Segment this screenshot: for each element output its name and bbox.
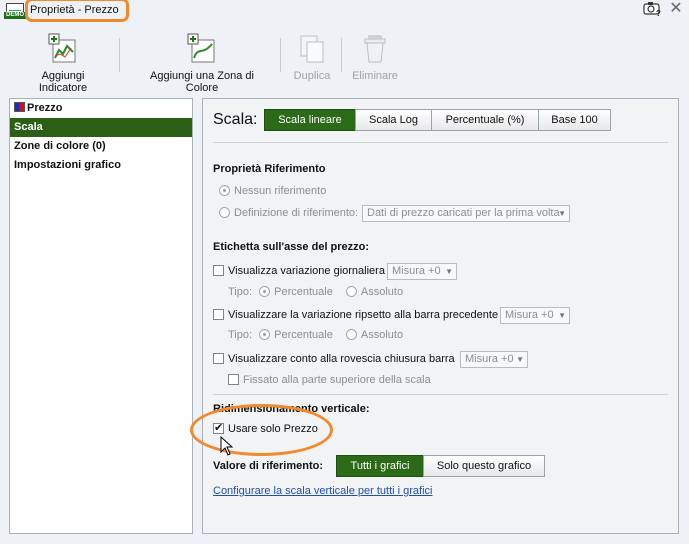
type-label: Tipo: (228, 286, 253, 298)
sidebar-item-color-zones[interactable]: Zone di colore (0) (10, 137, 192, 156)
duplicate-icon (300, 35, 324, 63)
vertical-scaling-heading: Ridimensionamento verticale: (213, 403, 370, 415)
percent-radio[interactable]: Percentuale (259, 286, 333, 298)
chevron-down-icon: ▼ (445, 267, 453, 276)
reference-definition-value: Dati di prezzo caricati per la prima vol… (367, 207, 560, 219)
prev-bar-measure-select[interactable]: Misura +0 ▼ (500, 307, 570, 324)
countdown-checkbox[interactable]: Visualizzare conto alla rovescia chiusur… (213, 353, 455, 365)
chevron-down-icon: ▼ (558, 209, 566, 218)
countdown-measure-select[interactable]: Misura +0 ▼ (460, 351, 528, 368)
chevron-down-icon: ▼ (558, 311, 566, 320)
absolute-radio[interactable]: Assoluto (345, 286, 404, 298)
prev-bar-change-label: Visualizzare la variazione ripsetto alla… (228, 309, 499, 321)
scale-linear-button[interactable]: Scala lineare (264, 109, 356, 131)
prev-bar-change-checkbox[interactable]: Visualizzare la variazione ripsetto alla… (213, 309, 498, 321)
reference-definition-select[interactable]: Dati di prezzo caricati per la prima vol… (362, 205, 570, 222)
prev-bar-type-row: Tipo: Percentuale Assoluto (228, 329, 403, 341)
toolbar-divider (280, 38, 281, 72)
percent-label: Percentuale (274, 329, 333, 341)
duplicate-label: Duplica (293, 70, 331, 82)
sidebar-item-scala[interactable]: Scala (10, 118, 192, 137)
radio-indicator (259, 329, 271, 340)
use-price-only-label: Usare solo Prezzo (228, 423, 318, 435)
checkbox-indicator (213, 265, 224, 276)
radio-indicator (345, 286, 357, 297)
title-highlight-annotation (25, 0, 129, 22)
scale-settings-panel: Scala: Scala lineare Scala Log Percentua… (202, 98, 679, 534)
sidebar-item-label: Zone di colore (0) (14, 140, 106, 152)
close-icon[interactable]: ✕ (668, 1, 684, 17)
scale-base100-button[interactable]: Base 100 (538, 109, 611, 131)
checkbox-indicator (228, 374, 239, 385)
radio-indicator (219, 185, 230, 196)
this-chart-only-button[interactable]: Solo questo grafico (423, 455, 545, 477)
delete-label: Eliminare (352, 70, 398, 82)
fixed-top-checkbox[interactable]: Fissato alla parte superiore della scala (228, 374, 431, 386)
checkbox-indicator (213, 421, 224, 434)
radio-indicator (345, 329, 357, 340)
sidebar-item-label: Impostazioni grafico (14, 159, 121, 171)
daily-change-label: Visualizza variazione giornaliera (228, 265, 385, 277)
add-color-zone-label: Aggiungi una Zona di Colore (150, 70, 254, 94)
sidebar-item-prezzo[interactable]: Prezzo (10, 99, 192, 118)
divider (213, 394, 668, 395)
chevron-down-icon: ▼ (516, 355, 524, 364)
sidebar-item-chart-settings[interactable]: Impostazioni grafico (10, 156, 192, 175)
properties-sidebar: Prezzo Scala Zone di colore (0) Impostaz… (9, 98, 193, 534)
help-camera-icon[interactable]: ? (643, 1, 663, 18)
measure-value: Misura +0 (392, 265, 441, 277)
add-indicator-button[interactable]: Aggiungi Indicatore (16, 32, 110, 94)
duplicate-button[interactable]: Duplica (290, 32, 334, 82)
svg-text:?: ? (656, 9, 661, 17)
daily-change-measure-select[interactable]: Misura +0 ▼ (387, 263, 457, 280)
price-series-icon (14, 102, 25, 112)
use-price-only-checkbox[interactable]: Usare solo Prezzo (213, 421, 318, 435)
toolbar: Aggiungi Indicatore Aggiungi una Zona di… (0, 22, 689, 94)
type-label: Tipo: (228, 329, 253, 341)
add-color-zone-button[interactable]: Aggiungi una Zona di Colore (133, 32, 271, 94)
sidebar-item-label: Scala (14, 121, 43, 133)
absolute-radio[interactable]: Assoluto (345, 329, 404, 341)
toolbar-divider (119, 38, 120, 72)
price-axis-heading: Etichetta sull'asse del prezzo: (213, 241, 370, 253)
demo-badge: DEMO (4, 12, 26, 19)
add-color-zone-icon (187, 33, 215, 63)
countdown-label: Visualizzare conto alla rovescia chiusur… (228, 353, 455, 365)
title-bar: DEMO Proprietà - Prezzo ? ✕ (0, 0, 689, 22)
app-logo-icon: DEMO (4, 3, 26, 19)
scale-percent-button[interactable]: Percentuale (%) (431, 109, 539, 131)
trash-icon (364, 35, 386, 63)
measure-value: Misura +0 (465, 353, 514, 365)
no-reference-label: Nessun riferimento (234, 185, 327, 197)
absolute-label: Assoluto (360, 286, 404, 298)
scale-log-button[interactable]: Scala Log (355, 109, 432, 131)
daily-change-type-row: Tipo: Percentuale Assoluto (228, 286, 403, 298)
reference-definition-radio[interactable]: Definizione di riferimento: (219, 207, 358, 219)
radio-indicator (219, 207, 230, 218)
scale-label: Scala: (213, 111, 258, 128)
reference-definition-label: Definizione di riferimento: (234, 207, 359, 219)
add-indicator-label: Aggiungi Indicatore (38, 70, 88, 94)
divider (213, 142, 668, 143)
add-indicator-icon (48, 33, 76, 63)
absolute-label: Assoluto (360, 329, 404, 341)
checkbox-indicator (213, 309, 224, 320)
daily-change-checkbox[interactable]: Visualizza variazione giornaliera (213, 265, 385, 277)
no-reference-radio[interactable]: Nessun riferimento (219, 185, 326, 197)
toolbar-divider (341, 38, 342, 72)
mouse-cursor-icon (220, 436, 234, 456)
percent-label: Percentuale (274, 286, 333, 298)
all-charts-button[interactable]: Tutti i grafici (336, 455, 424, 477)
configure-vertical-scale-link[interactable]: Configurare la scala verticale per tutti… (213, 485, 432, 497)
reference-value-label: Valore di riferimento: (213, 460, 324, 472)
fixed-top-label: Fissato alla parte superiore della scala (243, 374, 431, 386)
checkbox-indicator (213, 353, 224, 364)
radio-indicator (259, 286, 271, 297)
sidebar-item-label: Prezzo (27, 102, 63, 114)
measure-value: Misura +0 (505, 309, 554, 321)
reference-heading: Proprietà Riferimento (213, 163, 326, 175)
percent-radio[interactable]: Percentuale (259, 329, 333, 341)
delete-button[interactable]: Eliminare (350, 32, 400, 82)
